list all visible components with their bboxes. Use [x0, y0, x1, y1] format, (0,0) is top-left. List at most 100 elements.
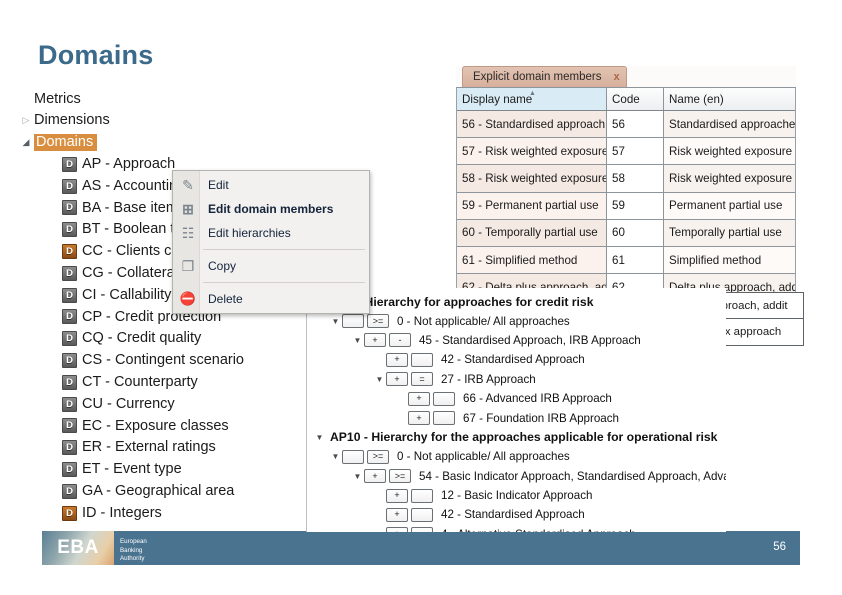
- column-header-name-en[interactable]: Name (en): [664, 88, 795, 110]
- operator-box-0[interactable]: +: [408, 411, 430, 426]
- hierarchy-root-ap10[interactable]: ▼ AP10 - Hierarchy for the approaches app…: [307, 428, 726, 447]
- operator-box-0[interactable]: .: [342, 314, 364, 329]
- explicit-domain-members-panel: Explicit domain members x Display name ▲ C…: [456, 66, 796, 303]
- domain-icon: D: [62, 287, 77, 303]
- tree-domain-cs[interactable]: D CS - Contingent scenario: [18, 350, 298, 372]
- operator-box-0[interactable]: +: [408, 391, 430, 406]
- tree-domain-et[interactable]: D ET - Event type: [18, 459, 298, 481]
- tree-item-metrics[interactable]: Metrics: [18, 88, 298, 110]
- expanded-arrow-icon: ◢: [22, 136, 30, 147]
- hierarchy-node[interactable]: ▼ + >= 54 - Basic Indicator Approach, Stand…: [307, 467, 726, 486]
- operator-box-0[interactable]: +: [364, 333, 386, 348]
- table-row[interactable]: 56 - Standardised approach 56 Standardised…: [457, 111, 795, 139]
- operator-box-1[interactable]: >=: [389, 469, 411, 484]
- operator-box-0[interactable]: +: [386, 352, 408, 367]
- tree-domain-label: BA - Base item: [82, 199, 178, 216]
- expanded-arrow-icon[interactable]: ▼: [329, 452, 342, 461]
- tree-item-label: Metrics: [34, 90, 81, 107]
- menu-item-edit-hierarchies[interactable]: ☷ Edit hierarchies: [173, 221, 369, 245]
- hierarchy-node[interactable]: +. 42 - Standardised Approach: [307, 505, 726, 524]
- column-header-label: Code: [612, 92, 640, 106]
- menu-item-delete[interactable]: ⛔ Delete: [173, 287, 369, 311]
- menu-item-copy[interactable]: ❐ Copy: [173, 254, 369, 278]
- tree-domain-label: CU - Currency: [82, 395, 175, 412]
- operator-box-1[interactable]: .: [411, 527, 433, 532]
- tree-domain-label: ER - External ratings: [82, 439, 216, 456]
- domain-icon: D: [62, 505, 77, 521]
- tree-domain-er[interactable]: D ER - External ratings: [18, 437, 298, 459]
- operator-box-0[interactable]: +: [386, 488, 408, 503]
- hierarchy-node[interactable]: ▼.>= 0 - Not applicable/ All approaches: [307, 447, 726, 466]
- table-row[interactable]: 57 - Risk weighted exposure 57 Risk weight…: [457, 138, 795, 166]
- tree-item-dimensions[interactable]: ▷ Dimensions: [18, 110, 298, 132]
- operator-box-1[interactable]: =: [411, 372, 433, 387]
- tab-explicit-domain-members[interactable]: Explicit domain members x: [462, 66, 627, 87]
- tree-domain-label: CT - Counterparty: [82, 374, 198, 390]
- close-icon[interactable]: x: [613, 71, 619, 83]
- expanded-arrow-icon[interactable]: ▼: [351, 472, 364, 481]
- hierarchy-node[interactable]: +. 42 - Standardised Approach: [307, 350, 726, 369]
- hierarchy-panel[interactable]: ▼AP1 - Hierarchy for approaches for cred…: [306, 288, 726, 532]
- operator-box-0[interactable]: +: [386, 507, 408, 522]
- operator-box-1[interactable]: -: [389, 333, 411, 348]
- expanded-arrow-icon[interactable]: ▼: [329, 317, 342, 326]
- expanded-arrow-icon[interactable]: ▼: [373, 375, 386, 384]
- table-row[interactable]: 58 - Risk weighted exposure 58 Risk weight…: [457, 165, 795, 193]
- hierarchy-node-label: 54 - Basic Indicator Approach, Standardi…: [419, 469, 726, 483]
- hierarchy-node[interactable]: ▼ + -45 - Standardised Approach, IRB Appro…: [307, 331, 726, 350]
- hierarchy-node[interactable]: +. 12 - Basic Indicator Approach: [307, 486, 726, 505]
- operator-box-1[interactable]: .: [411, 507, 433, 522]
- operator-box-0[interactable]: +: [364, 469, 386, 484]
- expanded-arrow-icon[interactable]: ▼: [351, 336, 364, 345]
- cell-display-name: 59 - Permanent partial use: [457, 192, 607, 219]
- page-number: 56: [773, 541, 786, 553]
- eba-subtitle-line-3: Authority: [120, 555, 145, 563]
- operator-box-1[interactable]: >=: [367, 314, 389, 329]
- expanded-arrow-icon[interactable]: ▼: [313, 433, 326, 442]
- tab-label: Explicit domain members: [473, 71, 602, 83]
- eba-logo: EBA: [42, 531, 114, 565]
- operator-box-0[interactable]: +: [386, 372, 408, 387]
- domain-icon: D: [62, 440, 77, 456]
- column-header-code[interactable]: Code: [607, 88, 664, 110]
- tree-domain-id[interactable]: D ID - Integers: [18, 502, 298, 524]
- hierarchy-node[interactable]: ▼.>= 0 - Not applicable/ All approaches: [307, 311, 726, 330]
- hierarchy-node[interactable]: ▼ + = 27 - IRB Approach: [307, 370, 726, 389]
- operator-box-1[interactable]: .: [433, 391, 455, 406]
- hierarchy-node-label: 4 - Alternative Standardised Approach: [441, 528, 636, 532]
- tree-domain-cq[interactable]: D CQ - Credit quality: [18, 328, 298, 350]
- cell-code: 56: [607, 111, 664, 138]
- operator-box-0[interactable]: +: [386, 527, 408, 532]
- cell-name-en: Simplified method: [664, 246, 795, 274]
- domain-icon: D: [62, 418, 77, 434]
- column-header-label: Name (en): [669, 92, 724, 106]
- copy-pages-icon: ❐: [181, 257, 195, 274]
- menu-item-edit-domain-members[interactable]: ⊞ Edit domain members: [173, 197, 369, 221]
- collapsed-arrow-icon: ▷: [22, 115, 30, 126]
- tree-domain-cu[interactable]: D CU - Currency: [18, 393, 298, 415]
- operator-box-1[interactable]: .: [411, 352, 433, 367]
- table-row[interactable]: 61 - Simplified method 61 Simplified metho…: [457, 246, 795, 275]
- operator-box-1[interactable]: .: [411, 488, 433, 503]
- tree-domain-ec[interactable]: D EC - Exposure classes: [18, 415, 298, 437]
- hierarchy-node[interactable]: +. 67 - Foundation IRB Approach: [307, 408, 726, 427]
- menu-item-edit[interactable]: ✎ Edit: [173, 173, 369, 197]
- tree-item-domains[interactable]: ◢ Domains: [18, 132, 298, 154]
- tree-domain-ct[interactable]: D CT - Counterparty: [18, 371, 298, 393]
- domain-icon: D: [62, 178, 77, 194]
- column-header-display-name[interactable]: Display name ▲: [457, 88, 607, 110]
- hierarchy-tree-icon: ☷: [181, 224, 195, 241]
- hierarchy-node[interactable]: +. 66 - Advanced IRB Approach: [307, 389, 726, 408]
- hierarchy-node[interactable]: +. 4 - Alternative Standardised Approach: [307, 525, 726, 532]
- context-menu[interactable]: ✎ Edit ⊞ Edit domain members ☷ Edit hierarchi…: [172, 170, 370, 314]
- grid-header-row: Display name ▲ Code Name (en): [457, 88, 795, 111]
- table-row[interactable]: 60 - Temporally partial use 60 Temporally …: [457, 219, 795, 247]
- table-row[interactable]: 59 - Permanent partial use 59 Permanent pa…: [457, 192, 795, 220]
- operator-box-1[interactable]: >=: [367, 449, 389, 464]
- domain-icon: D: [62, 396, 77, 412]
- operator-box-0[interactable]: .: [342, 449, 364, 464]
- members-grid[interactable]: Display name ▲ Code Name (en) 56 - Standardi…: [456, 87, 796, 303]
- tree-domain-ga[interactable]: D GA - Geographical area: [18, 480, 298, 502]
- menu-separator: [203, 249, 365, 250]
- operator-box-1[interactable]: .: [433, 411, 455, 426]
